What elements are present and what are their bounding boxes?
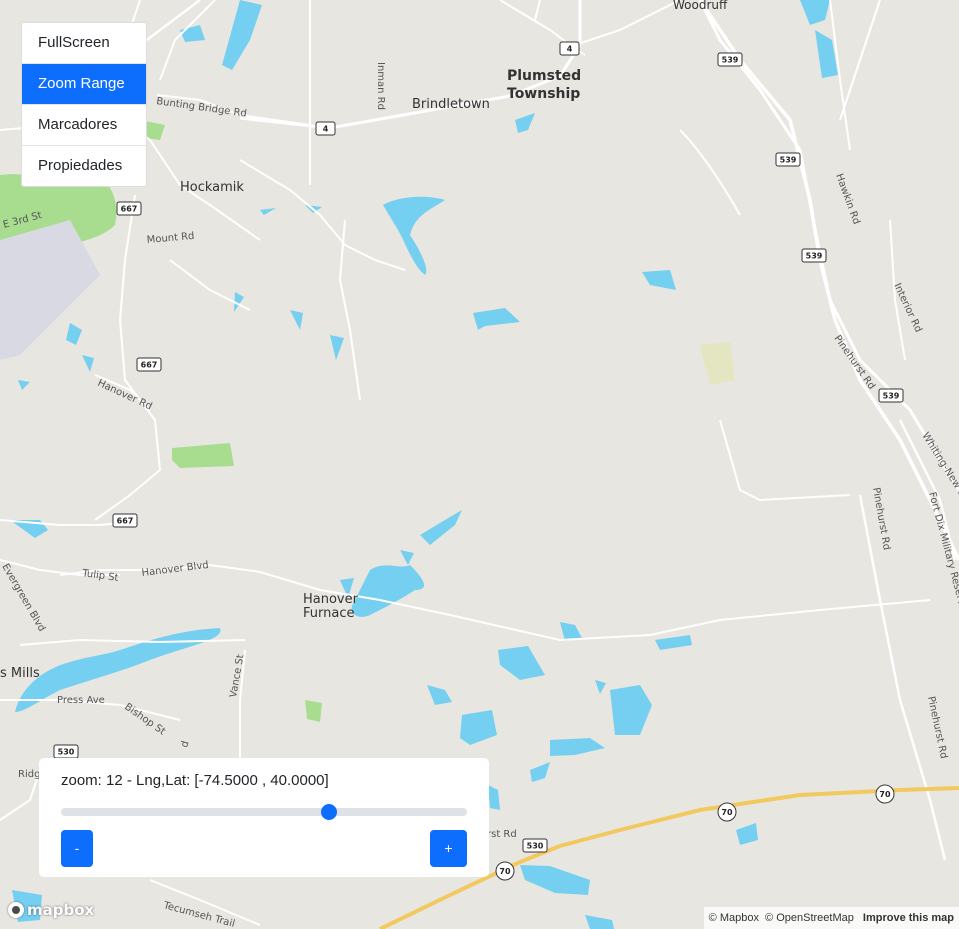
nav-item-marcadores[interactable]: Marcadores bbox=[22, 105, 146, 146]
svg-text:667: 667 bbox=[121, 205, 138, 214]
svg-text:539: 539 bbox=[722, 56, 739, 65]
svg-text:70: 70 bbox=[879, 790, 891, 799]
zoom-range-thumb[interactable] bbox=[320, 804, 337, 820]
mapbox-logo-text: mapbox bbox=[27, 901, 95, 919]
road-label-inman: Inman Rd bbox=[375, 62, 386, 110]
zoom-out-button[interactable]: - bbox=[61, 830, 93, 867]
zoom-in-button[interactable]: + bbox=[430, 830, 467, 867]
place-hanover-furnace-line2: Furnace bbox=[303, 606, 354, 621]
place-plumsted-line1: Plumsted bbox=[507, 68, 581, 84]
place-plumsted-line2: Township bbox=[507, 86, 580, 102]
zoom-range-slider[interactable] bbox=[61, 804, 467, 820]
map-attribution: © Mapbox © OpenStreetMap Improve this ma… bbox=[703, 907, 959, 929]
svg-text:539: 539 bbox=[883, 392, 900, 401]
mapbox-logo[interactable]: mapbox bbox=[8, 901, 94, 919]
nav-item-propiedades[interactable]: Propiedades bbox=[22, 146, 146, 186]
place-brindletown: Brindletown bbox=[412, 97, 490, 112]
improve-map-link[interactable]: Improve this map bbox=[863, 912, 954, 924]
svg-text:539: 539 bbox=[806, 252, 823, 261]
road-label-press: Press Ave bbox=[57, 695, 105, 706]
zoom-status-text: zoom: 12 - Lng,Lat: [-74.5000 , 40.0000] bbox=[61, 772, 329, 789]
route-shield-539: 539 bbox=[801, 248, 827, 263]
place-hockamik: Hockamik bbox=[180, 180, 244, 195]
nav-item-zoom-range[interactable]: Zoom Range bbox=[22, 64, 146, 105]
place-mills: s Mills bbox=[0, 666, 40, 681]
attribution-mapbox-link[interactable]: © Mapbox bbox=[709, 912, 759, 924]
svg-text:667: 667 bbox=[141, 361, 158, 370]
route-shield-530: 530 bbox=[53, 744, 79, 759]
svg-text:4: 4 bbox=[567, 45, 573, 54]
route-shield-4: 4 bbox=[559, 41, 580, 56]
svg-text:539: 539 bbox=[780, 156, 797, 165]
route-shield-70: 70 bbox=[875, 784, 895, 804]
svg-text:70: 70 bbox=[721, 808, 733, 817]
attribution-osm-link[interactable]: © OpenStreetMap bbox=[765, 912, 854, 924]
mapbox-logo-icon bbox=[8, 902, 24, 918]
route-shield-4: 4 bbox=[315, 121, 336, 136]
place-hanover-furnace-line1: Hanover bbox=[303, 592, 359, 607]
route-shield-530: 530 bbox=[522, 838, 548, 853]
svg-text:530: 530 bbox=[527, 842, 544, 851]
route-shield-539: 539 bbox=[878, 388, 904, 403]
road-label-rst: rst Rd bbox=[487, 829, 517, 840]
route-shield-667: 667 bbox=[116, 201, 142, 216]
svg-text:530: 530 bbox=[58, 748, 75, 757]
route-shield-70: 70 bbox=[495, 861, 515, 881]
route-shield-667: 667 bbox=[112, 513, 138, 528]
road-label-ridge: Ridg bbox=[18, 769, 40, 780]
route-shield-667: 667 bbox=[136, 357, 162, 372]
nav-menu: FullScreen Zoom Range Marcadores Propied… bbox=[21, 22, 147, 187]
svg-text:70: 70 bbox=[499, 867, 511, 876]
zoom-range-panel: zoom: 12 - Lng,Lat: [-74.5000 , 40.0000]… bbox=[39, 758, 489, 877]
nav-item-fullscreen[interactable]: FullScreen bbox=[22, 23, 146, 64]
svg-text:4: 4 bbox=[323, 125, 329, 134]
route-shield-539: 539 bbox=[775, 152, 801, 167]
place-woodruff: Woodruff bbox=[673, 0, 728, 12]
route-shield-539: 539 bbox=[717, 52, 743, 67]
svg-text:667: 667 bbox=[117, 517, 134, 526]
route-shield-70: 70 bbox=[717, 802, 737, 822]
